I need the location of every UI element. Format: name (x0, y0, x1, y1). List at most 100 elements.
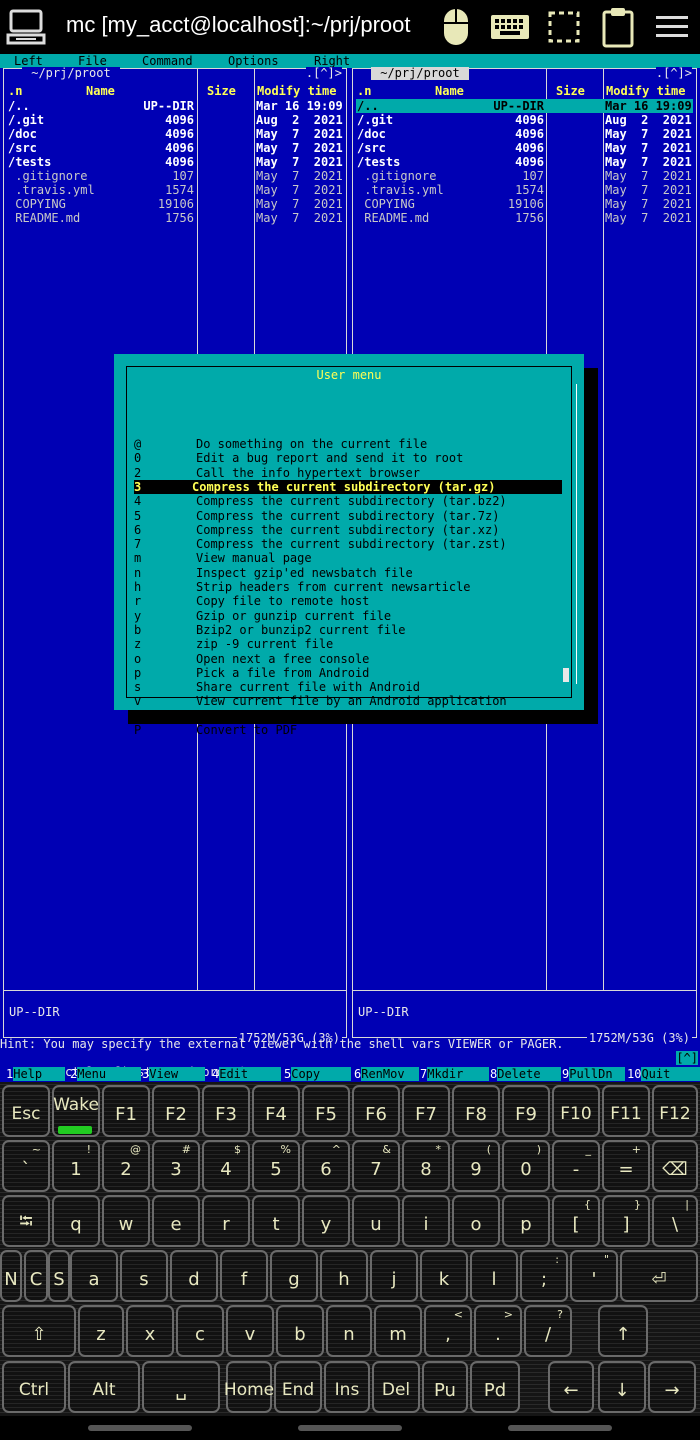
user-menu-item[interactable]: r Copy file to remote host (134, 594, 562, 608)
user-menu-item[interactable]: P Convert to PDF (134, 723, 562, 737)
user-menu-item[interactable]: s Share current file with Android (134, 680, 562, 694)
key-sym4-10[interactable]: /? (524, 1305, 572, 1357)
keyboard-icon[interactable] (488, 5, 532, 49)
user-menu-item[interactable]: z zip -9 current file (134, 637, 562, 651)
key-s[interactable]: s (120, 1250, 168, 1302)
file-row[interactable]: /.git 4096 Aug 2 2021 (7, 113, 343, 127)
key-j[interactable]: j (370, 1250, 418, 1302)
key-9[interactable]: 9( (452, 1140, 500, 1192)
key-l[interactable]: l (470, 1250, 518, 1302)
select-icon[interactable] (542, 5, 586, 49)
key-2[interactable]: 2 @ (102, 1140, 150, 1192)
user-menu-item[interactable]: b Bzip2 or bunzip2 current file (134, 623, 562, 637)
key-sym3-13[interactable]: ' " (570, 1250, 618, 1302)
key-sym4-9[interactable]: . > (474, 1305, 522, 1357)
key-y[interactable]: y (302, 1195, 350, 1247)
fkey-mkdir[interactable]: 7Mkdir (420, 1067, 490, 1081)
user-menu-dialog[interactable]: User menu @ Do something on the current f… (114, 354, 584, 737)
key-f12[interactable]: F12 (652, 1085, 698, 1137)
user-menu-item[interactable]: 7 Compress the current subdirectory (tar.… (134, 537, 562, 551)
file-row[interactable]: .travis.yml 1574 May 7 2021 (7, 183, 343, 197)
file-row[interactable]: .gitignore 107 May 7 2021 (7, 169, 343, 183)
key-sym2-12[interactable]: ]} (602, 1195, 650, 1247)
file-row[interactable]: /src 4096 May 7 2021 (356, 141, 693, 155)
key-sym2-13[interactable]: \ | (652, 1195, 698, 1247)
file-row[interactable]: README.md 1756 May 7 2021 (7, 211, 343, 225)
file-row[interactable]: /src 4096 May 7 2021 (7, 141, 343, 155)
nav-recents[interactable] (88, 1425, 192, 1431)
file-row[interactable]: /tests 4096 May 7 2021 (7, 155, 343, 169)
file-row[interactable]: .gitignore 107 May 7 2021 (356, 169, 693, 183)
fkey-view[interactable]: 3View (142, 1067, 206, 1081)
user-menu-item[interactable]: o Open next a free console (134, 652, 562, 666)
mouse-icon[interactable] (434, 5, 478, 49)
key-f1[interactable]: F1 (102, 1085, 150, 1137)
key-sym3-14[interactable]: ⏎ (620, 1250, 698, 1302)
file-row[interactable]: /.git 4096 Aug 2 2021 (356, 113, 693, 127)
key-u[interactable]: u (352, 1195, 400, 1247)
key-home[interactable]: Home (224, 1361, 274, 1413)
key-a[interactable]: a (70, 1250, 118, 1302)
key-z[interactable]: z (78, 1305, 124, 1357)
fkey-menu[interactable]: 2Menu (70, 1067, 142, 1081)
key-r[interactable]: r (202, 1195, 250, 1247)
key-sym5-2[interactable]: ␣ (142, 1361, 220, 1413)
user-menu-item[interactable]: v View current file by an Android applica… (134, 694, 562, 708)
fkey-copy[interactable]: 5Copy (284, 1067, 352, 1081)
sort-indicator[interactable]: .n (8, 84, 22, 98)
file-row[interactable]: /doc 4096 May 7 2021 (356, 127, 693, 141)
panel-corner-controls[interactable]: .[^]> (655, 67, 692, 80)
key-x[interactable]: x (126, 1305, 174, 1357)
key-sym2-11[interactable]: [{ (552, 1195, 600, 1247)
key-e[interactable]: e (152, 1195, 200, 1247)
key-ctrl[interactable]: Ctrl (2, 1361, 66, 1413)
key-sym5-11[interactable]: → (648, 1361, 696, 1413)
key-i[interactable]: i (402, 1195, 450, 1247)
key-f[interactable]: f (220, 1250, 268, 1302)
key-o[interactable]: o (452, 1195, 500, 1247)
key-g[interactable]: g (270, 1250, 318, 1302)
user-menu-item[interactable]: 0 Edit a bug report and send it to root (134, 451, 562, 465)
column-header-size[interactable]: Size (556, 84, 585, 98)
key-f7[interactable]: F7 (402, 1085, 450, 1137)
key-del[interactable]: Del (372, 1361, 420, 1413)
fkey-edit[interactable]: 4Edit (212, 1067, 282, 1081)
user-menu-item[interactable]: p Pick a file from Android (134, 666, 562, 680)
column-header-size[interactable]: Size (207, 84, 236, 98)
key-sym4-11[interactable]: ↑ (598, 1305, 648, 1357)
hamburger-menu-icon[interactable] (650, 5, 694, 49)
user-menu-item[interactable]: 6 Compress the current subdirectory (tar.… (134, 523, 562, 537)
key-sym1-11[interactable]: - _ (552, 1140, 600, 1192)
key-m[interactable]: m (374, 1305, 422, 1357)
fkey-renmov[interactable]: 6RenMov (354, 1067, 420, 1081)
key-0[interactable]: 0) (502, 1140, 550, 1192)
user-menu-item[interactable]: 4 Compress the current subdirectory (tar.… (134, 494, 562, 508)
key-3[interactable]: 3 # (152, 1140, 200, 1192)
menu-options[interactable]: Options (228, 54, 279, 68)
user-menu-item[interactable]: @ Do something on the current file (134, 437, 562, 451)
key-sym4-8[interactable]: , < (424, 1305, 472, 1357)
column-header-mtime[interactable]: Modify time (257, 84, 336, 98)
key-s[interactable]: S (48, 1250, 70, 1302)
user-menu-item[interactable]: 5 Compress the current subdirectory (tar.… (134, 509, 562, 523)
key-ins[interactable]: Ins (324, 1361, 370, 1413)
key-pu[interactable]: Pu (422, 1361, 468, 1413)
key-esc[interactable]: Esc (2, 1085, 50, 1137)
key-f8[interactable]: F8 (452, 1085, 500, 1137)
key-1[interactable]: 1! (52, 1140, 100, 1192)
user-menu-item[interactable]: h Strip headers from current newsarticle (134, 580, 562, 594)
menu-command[interactable]: Command (142, 54, 193, 68)
key-n[interactable]: n (326, 1305, 372, 1357)
key-sym1-0[interactable]: ` ~ (2, 1140, 50, 1192)
key-7[interactable]: 7 & (352, 1140, 400, 1192)
key-sym5-9[interactable]: ← (548, 1361, 594, 1413)
dialog-scrollbar[interactable] (576, 384, 577, 684)
key-v[interactable]: v (226, 1305, 274, 1357)
column-header-mtime[interactable]: Modify time (606, 84, 685, 98)
terminal-icon[interactable] (4, 5, 48, 49)
file-row[interactable]: COPYING 19106 May 7 2021 (356, 197, 693, 211)
key-6[interactable]: 6 ^ (302, 1140, 350, 1192)
key-p[interactable]: p (502, 1195, 550, 1247)
key-5[interactable]: 5% (252, 1140, 300, 1192)
file-row[interactable]: /doc 4096 May 7 2021 (7, 127, 343, 141)
